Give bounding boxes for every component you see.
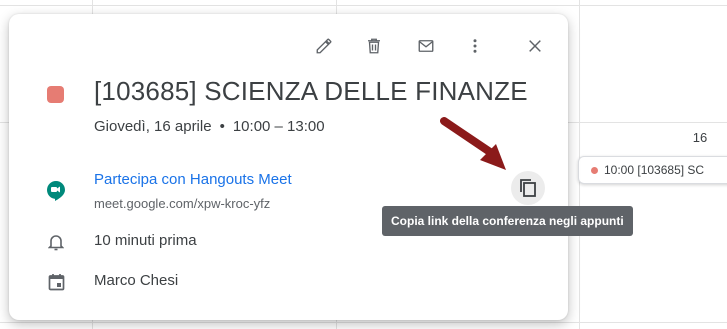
- annotation-arrow: [440, 117, 506, 170]
- email-guests-button[interactable]: [412, 32, 440, 60]
- more-options-icon: [473, 39, 477, 53]
- more-options-button[interactable]: [461, 32, 489, 60]
- bell-icon: [45, 231, 67, 253]
- edit-icon: [316, 38, 332, 54]
- calendar-icon: [45, 271, 67, 293]
- close-icon: [529, 40, 541, 52]
- event-date-time: Giovedì, 16 aprile • 10:00 – 13:00: [94, 118, 325, 135]
- event-title: [103685] SCIENZA DELLE FINANZE: [94, 76, 528, 106]
- event-time: 10:00 – 13:00: [232, 118, 325, 135]
- grid-line: [0, 322, 727, 323]
- grid-line: [0, 5, 727, 6]
- calendar-owner: Marco Chesi: [94, 272, 179, 289]
- email-icon: [418, 40, 434, 52]
- date-separator: •: [219, 118, 225, 135]
- event-color-dot: [591, 166, 598, 174]
- event-chip-label: 10:00 [103685] SC: [604, 163, 705, 177]
- event-date: Giovedì, 16 aprile: [94, 118, 212, 135]
- delete-icon: [368, 38, 380, 54]
- delete-button[interactable]: [360, 32, 388, 60]
- day-number[interactable]: 16: [688, 130, 712, 145]
- edit-button[interactable]: [310, 32, 338, 60]
- copy-icon: [520, 179, 536, 197]
- calendar-event-chip[interactable]: 10:00 [103685] SC: [578, 156, 727, 184]
- notification-text: 10 minuti prima: [94, 232, 197, 249]
- hangouts-meet-icon: [45, 180, 67, 202]
- copy-conference-link-button[interactable]: [511, 171, 545, 205]
- meet-url: meet.google.com/xpw-kroc-yfz: [94, 196, 271, 211]
- copy-link-tooltip: Copia link della conferenza negli appunt…: [382, 206, 633, 236]
- close-button[interactable]: [521, 32, 549, 60]
- event-color-square: [47, 86, 64, 103]
- join-hangouts-meet-link[interactable]: Partecipa con Hangouts Meet: [94, 171, 292, 188]
